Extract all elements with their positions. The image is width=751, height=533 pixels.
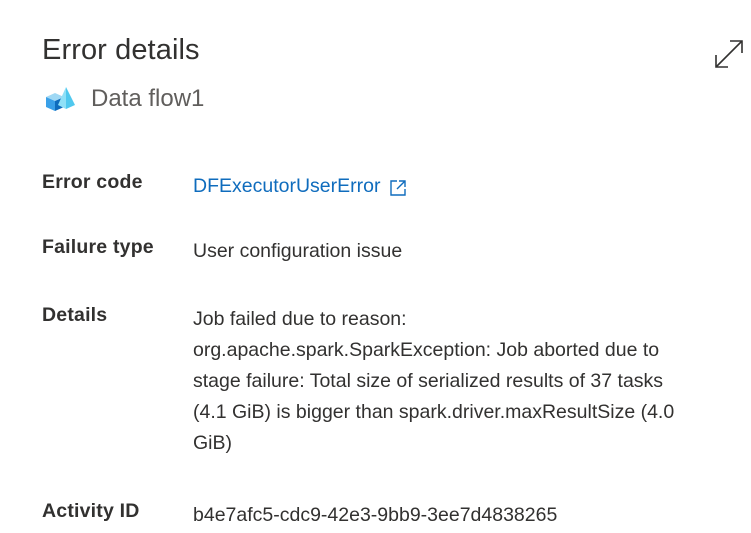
error-code-row: Error code DFExecutorUserError — [42, 171, 408, 202]
expand-icon[interactable] — [712, 37, 746, 71]
error-code-value[interactable]: DFExecutorUserError — [193, 171, 380, 202]
panel-title: Error details — [42, 34, 200, 66]
external-link-icon[interactable] — [388, 178, 408, 198]
subtitle-row: Data flow1 — [44, 82, 204, 116]
failure-type-label: Failure type — [42, 236, 154, 258]
details-label: Details — [42, 304, 108, 326]
details-row: Details Job failed due to reason: org.ap… — [42, 304, 751, 459]
data-flow-name: Data flow1 — [91, 85, 205, 112]
activity-id-row: Activity ID b4e7afc5-cdc9-42e3-9bb9-3ee7… — [42, 500, 557, 531]
failure-type-value: User configuration issue — [193, 240, 403, 262]
failure-type-row: Failure type User configuration issue — [42, 236, 402, 267]
data-flow-icon — [46, 87, 75, 111]
details-value: Job failed due to reason: org.apache.spa… — [193, 308, 675, 454]
error-details-panel: Error details Data flow1 Error code DFEx… — [0, 0, 751, 533]
activity-id-value: b4e7afc5-cdc9-42e3-9bb9-3ee7d4838265 — [193, 504, 558, 526]
activity-id-label: Activity ID — [42, 500, 140, 522]
error-code-label: Error code — [42, 171, 143, 193]
error-code-link[interactable]: DFExecutorUserError — [193, 171, 408, 202]
